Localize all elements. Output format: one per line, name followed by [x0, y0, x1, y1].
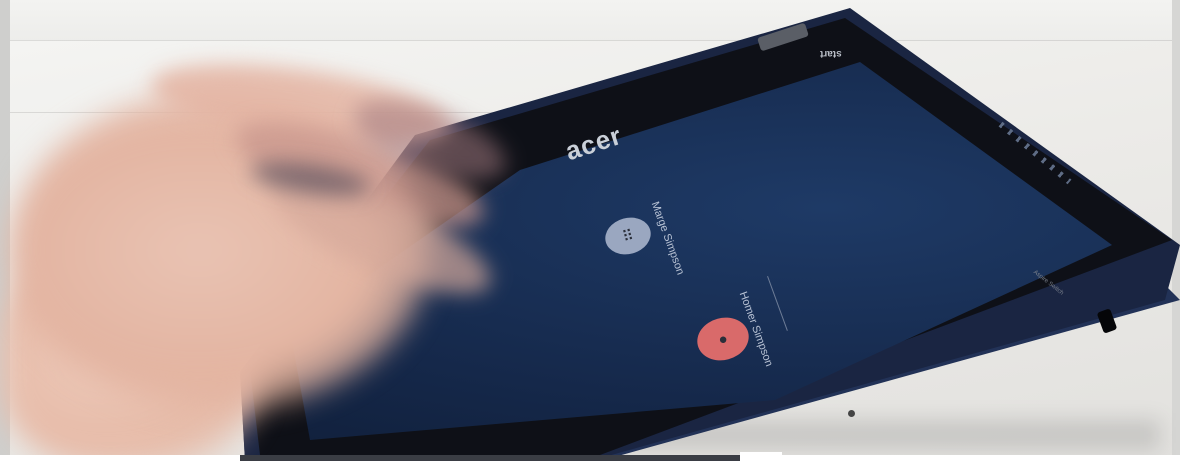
camera-dot: [848, 410, 855, 417]
photo-scene: acer start Aspire Switch ⠿ Marge Simpson…: [0, 0, 1180, 461]
user-grid-icon: ⠿: [620, 226, 636, 247]
frame-right-edge: [1172, 0, 1180, 461]
user-face-icon: ●: [716, 329, 730, 349]
sticker-logo: start: [820, 48, 842, 59]
table-edge: [0, 40, 1180, 41]
bottom-white-box: [740, 452, 782, 461]
bottom-dark-strip: [240, 455, 740, 461]
